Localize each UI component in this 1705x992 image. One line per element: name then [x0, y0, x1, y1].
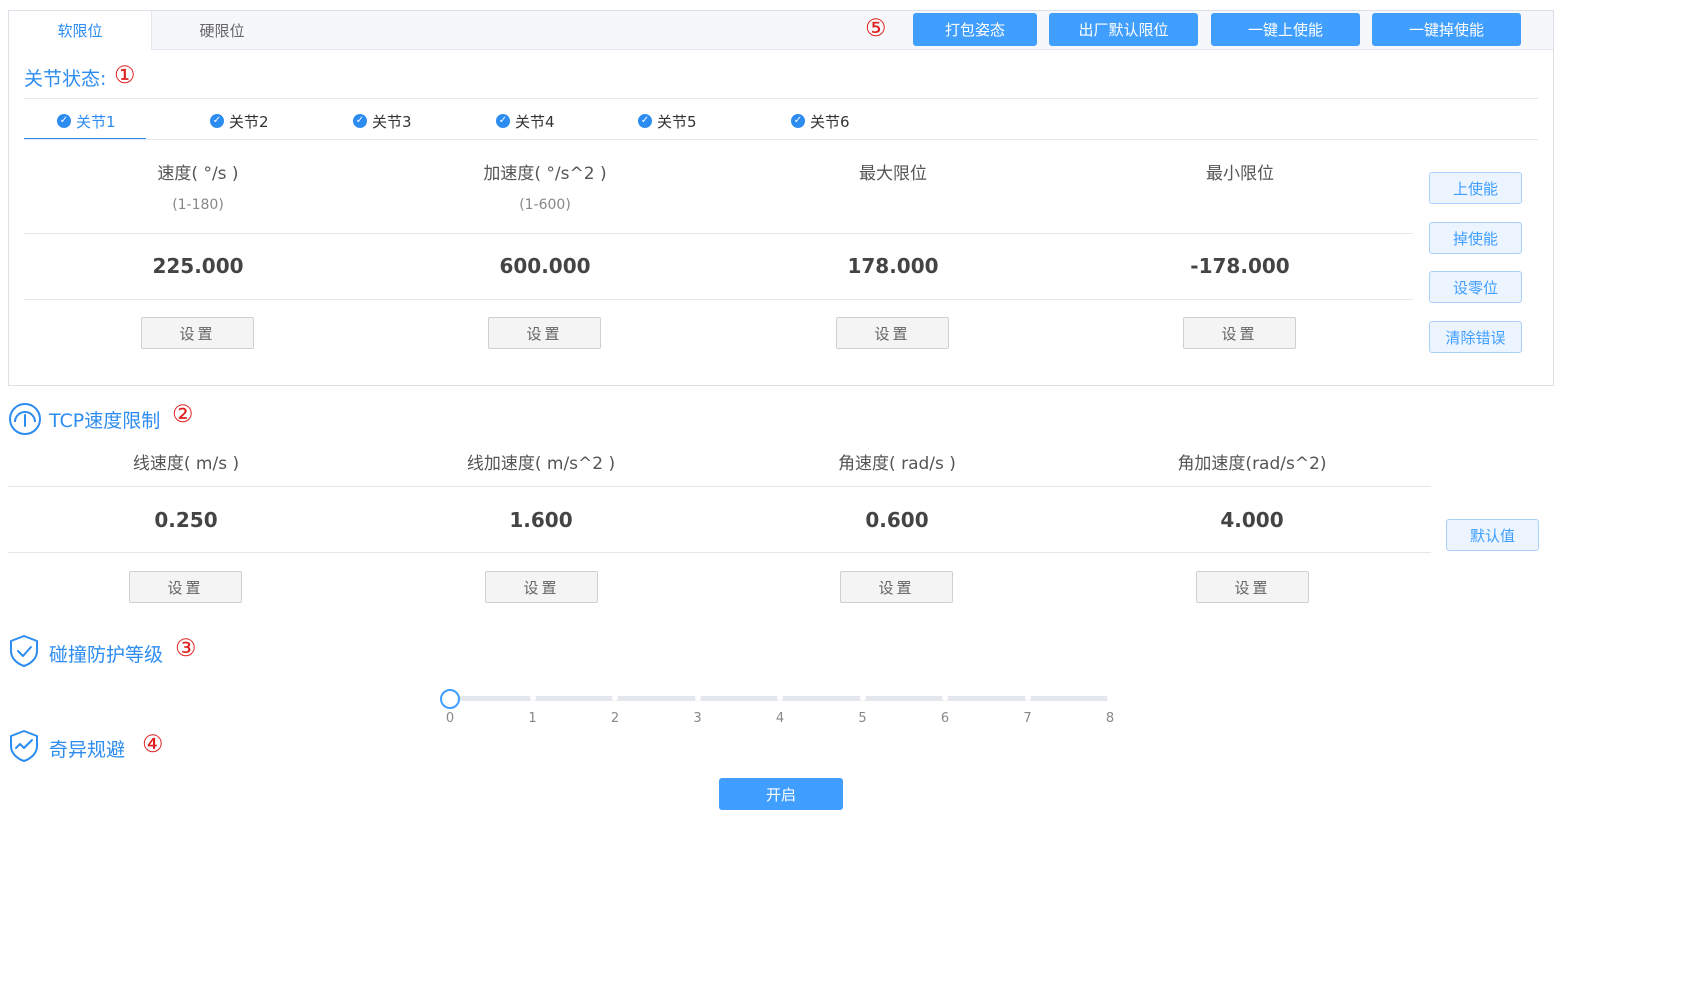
linear-speed-header: 线速度( m/s )	[132, 454, 240, 474]
angular-acceleration-header: 角加速度(rad/s^2)	[1177, 454, 1327, 474]
speed-value: 225.000	[152, 254, 244, 278]
angular-acceleration-set-button[interactable]: 设置	[1196, 571, 1309, 603]
marker-1: ①	[114, 61, 136, 89]
slider-stop[interactable]	[942, 695, 948, 701]
factory-default-limit-button[interactable]: 出厂默认限位	[1049, 13, 1198, 46]
acceleration-range: (1-600)	[519, 197, 571, 213]
slider-stop[interactable]	[777, 695, 783, 701]
slider-tick-label: 3	[693, 711, 702, 726]
slider-tick-label: 4	[775, 711, 785, 726]
enable-all-button[interactable]: 一键上使能	[1211, 13, 1360, 46]
slider-stop[interactable]	[1024, 695, 1031, 701]
joint-tab-5[interactable]: ✓ 关节5	[638, 104, 697, 138]
divider	[8, 486, 1431, 487]
max-limit-value: 178.000	[847, 254, 939, 278]
linear-speed-set-button[interactable]: 设置	[129, 571, 242, 603]
clear-error-button[interactable]: 清除错误	[1429, 321, 1522, 353]
joint-tab-4[interactable]: ✓ 关节4	[496, 104, 555, 138]
slider-tick-label: 1	[528, 711, 537, 726]
joint-tab-1[interactable]: ✓ 关节1	[57, 104, 116, 138]
check-circle-icon: ✓	[57, 114, 71, 128]
divider	[24, 98, 1538, 99]
angular-speed-header: 角速度( rad/s )	[838, 454, 956, 474]
disable-button[interactable]: 掉使能	[1429, 222, 1522, 254]
tab-soft-limit[interactable]: 软限位	[9, 11, 152, 50]
slider-tick-label: 6	[940, 711, 950, 726]
speed-header: 速度( °/s )	[157, 164, 239, 184]
angular-speed-value: 0.600	[865, 508, 929, 532]
slider-tick-label: 2	[610, 711, 620, 726]
linear-acceleration-header: 线加速度( m/s^2 )	[466, 454, 616, 474]
min-limit-set-button[interactable]: 设置	[1183, 317, 1296, 349]
slider-tick-label: 7	[1023, 711, 1032, 726]
check-circle-icon: ✓	[496, 114, 510, 128]
divider	[8, 552, 1431, 553]
joint-tab-6[interactable]: ✓ 关节6	[791, 104, 850, 138]
set-zero-button[interactable]: 设零位	[1429, 271, 1522, 303]
check-circle-icon: ✓	[210, 114, 224, 128]
marker-5: ⑤	[865, 14, 887, 42]
slider-stop[interactable]	[694, 695, 701, 701]
marker-3: ③	[175, 634, 197, 662]
check-circle-icon: ✓	[791, 114, 805, 128]
linear-acceleration-value: 1.600	[509, 508, 573, 532]
joint-tab-3[interactable]: ✓ 关节3	[353, 104, 412, 138]
angular-speed-set-button[interactable]: 设置	[840, 571, 953, 603]
acceleration-value: 600.000	[499, 254, 591, 278]
marker-4: ④	[142, 730, 164, 758]
pack-pose-button[interactable]: 打包姿态	[913, 13, 1037, 46]
slider-tick-label: 8	[1105, 711, 1115, 726]
joint-tab-2[interactable]: ✓ 关节2	[210, 104, 269, 138]
min-limit-value: -178.000	[1190, 254, 1290, 278]
slider-tick-label: 5	[858, 711, 867, 726]
check-circle-icon: ✓	[353, 114, 367, 128]
singularity-section-title: 奇异规避	[49, 739, 126, 761]
speedometer-icon	[8, 402, 42, 436]
min-limit-header: 最小限位	[1206, 164, 1274, 184]
linear-acceleration-set-button[interactable]: 设置	[485, 571, 598, 603]
collision-section-title: 碰撞防护等级	[49, 644, 164, 666]
slider-stop[interactable]	[529, 695, 536, 701]
max-limit-header: 最大限位	[859, 164, 927, 184]
enable-button[interactable]: 上使能	[1429, 172, 1522, 204]
linear-speed-value: 0.250	[154, 508, 218, 532]
max-limit-set-button[interactable]: 设置	[836, 317, 949, 349]
speed-set-button[interactable]: 设置	[141, 317, 254, 349]
angular-acceleration-value: 4.000	[1220, 508, 1284, 532]
disable-all-button[interactable]: 一键掉使能	[1372, 13, 1521, 46]
slider-stop[interactable]	[1107, 695, 1113, 701]
tcp-section-title: TCP速度限制	[49, 410, 161, 432]
slider-tick-label: 0	[445, 711, 455, 726]
slider-stop[interactable]	[612, 695, 618, 701]
shield-wave-icon	[8, 729, 40, 763]
singularity-enable-button[interactable]: 开启	[719, 778, 843, 810]
check-circle-icon: ✓	[638, 114, 652, 128]
tcp-default-button[interactable]: 默认值	[1446, 519, 1539, 551]
divider	[24, 233, 1413, 234]
acceleration-header: 加速度( °/s^2 )	[483, 164, 607, 184]
slider-stop[interactable]	[859, 695, 866, 701]
divider	[24, 139, 1538, 140]
divider	[24, 299, 1413, 300]
shield-check-icon	[8, 634, 40, 668]
speed-range: (1-180)	[172, 197, 224, 213]
slider-handle[interactable]	[440, 689, 460, 709]
marker-2: ②	[172, 400, 194, 428]
acceleration-set-button[interactable]: 设置	[488, 317, 601, 349]
joint-status-title: 关节状态:	[24, 68, 107, 90]
tab-hard-limit[interactable]: 硬限位	[151, 11, 293, 50]
